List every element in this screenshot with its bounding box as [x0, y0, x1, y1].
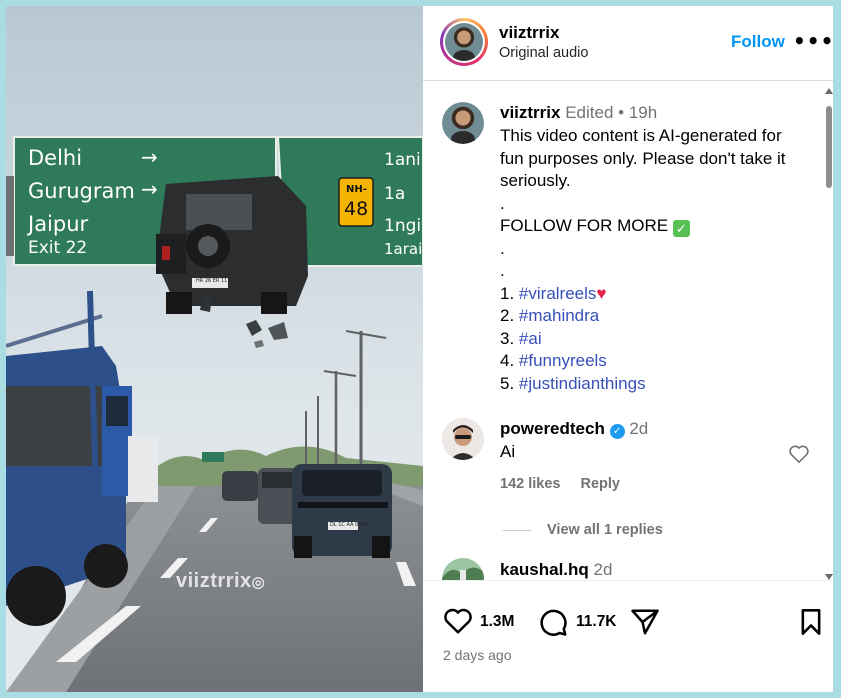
audio-link[interactable]: Original audio: [499, 45, 588, 61]
scrollbar-thumb[interactable]: [826, 106, 832, 188]
hashtag-link[interactable]: #justindianthings: [519, 374, 646, 393]
jeep-vehicle: [156, 176, 308, 314]
comments-count[interactable]: 11.7K: [576, 613, 617, 631]
caption-line: .: [500, 193, 505, 213]
view-replies-button[interactable]: View all 1 replies: [503, 522, 663, 538]
verified-badge-icon: ✓: [609, 424, 625, 439]
post-actions-footer: 1.3M 11.7K 2 days ago: [423, 580, 833, 692]
reply-button[interactable]: Reply: [581, 476, 621, 492]
caption-line: seriously.: [500, 171, 571, 190]
sign-line: 1ani: [384, 150, 421, 170]
suv-plate: DL 1C AA 0000: [330, 522, 368, 528]
app-frame: Delhi Gurugram → → Jaipur Exit 22 1ani 1…: [6, 6, 833, 692]
hashtag-item: 5. #justindianthings: [500, 373, 646, 393]
comment-like-heart-icon[interactable]: [788, 444, 810, 464]
author-avatar[interactable]: [440, 18, 488, 66]
post-panel: viiztrrix Original audio Follow ••• viiz…: [423, 6, 833, 692]
comment-header: kaushal.hq 2d: [500, 560, 612, 580]
caption-line: .: [500, 261, 505, 280]
comment-text: Ai: [500, 442, 516, 461]
commenter-avatar[interactable]: [442, 418, 484, 460]
caption-line: .: [500, 238, 505, 258]
jeep-plate: HR 26 ER 1111: [196, 278, 234, 284]
route-shield-number: 48: [344, 198, 369, 220]
landscape-avatar-icon: [442, 558, 484, 580]
sign-line: Delhi: [28, 146, 83, 170]
edited-label: Edited: [565, 103, 614, 122]
hashtag-link[interactable]: #viralreels: [519, 284, 596, 303]
instagram-logo-icon: ◎: [251, 574, 266, 591]
red-heart-emoji-icon: ♥: [596, 283, 607, 303]
caption-line: This video content is AI-generated for: [500, 126, 782, 145]
comment-actions: 142 likes Reply: [500, 476, 636, 492]
caption-text: This video content is AI-generated for f…: [500, 125, 810, 395]
post-timestamp: 2 days ago: [443, 647, 512, 663]
comment-time: 2d: [629, 419, 649, 438]
hashtag-item: 1. #viralreels♥: [500, 283, 607, 303]
comment-likes-count[interactable]: 142 likes: [500, 476, 560, 492]
commenter-face-icon: [442, 418, 484, 460]
suv-vehicle: [292, 464, 392, 558]
check-mark-emoji-icon: ✓: [672, 220, 690, 237]
comment-time: 2d: [593, 560, 613, 579]
avatar-image: [445, 23, 483, 61]
route-shield-prefix: NH-: [346, 184, 367, 195]
caption-header: viiztrrix Edited • 19h: [500, 103, 657, 123]
like-heart-icon[interactable]: [443, 607, 473, 635]
share-paper-plane-icon[interactable]: [630, 608, 660, 636]
hashtag-item: 2. #mahindra: [500, 306, 600, 325]
post-header: viiztrrix Original audio Follow •••: [423, 6, 833, 81]
sign-arrow-icon: →: [141, 145, 158, 169]
hashtag-item: 4. #funnyreels: [500, 351, 607, 370]
scroll-up-arrow-icon[interactable]: [825, 88, 833, 94]
sign-line: Jaipur: [28, 212, 89, 236]
sign-line: Gurugram: [28, 179, 135, 203]
hashtag-link[interactable]: #ai: [519, 329, 542, 348]
scrollbar[interactable]: [825, 88, 833, 580]
video-watermark: viiztrrix◎: [176, 570, 266, 592]
sign-line: 1ngi: [384, 216, 422, 236]
likes-count[interactable]: 1.3M: [480, 613, 514, 631]
sign-line: 1a: [384, 184, 406, 204]
sign-line: Exit 22: [28, 238, 88, 258]
comment-clip: kaushal.hq 2d: [423, 546, 823, 580]
caption-username[interactable]: viiztrrix: [500, 103, 560, 122]
comment-username[interactable]: kaushal.hq: [500, 560, 589, 579]
hashtag-item: 3. #ai: [500, 328, 542, 348]
more-options-icon[interactable]: •••: [793, 29, 833, 53]
replies-divider: [503, 529, 531, 531]
caption-line-follow: FOLLOW FOR MORE ✓: [500, 215, 810, 238]
comment-username[interactable]: poweredtech: [500, 419, 605, 438]
comment-bubble-icon[interactable]: [538, 607, 568, 637]
caption-author-avatar[interactable]: [442, 102, 484, 144]
hashtag-link[interactable]: #mahindra: [519, 306, 599, 325]
save-bookmark-icon[interactable]: [799, 608, 823, 636]
caption-line: fun purposes only. Please don't take it: [500, 148, 786, 168]
follow-button[interactable]: Follow: [731, 32, 785, 52]
hashtag-link[interactable]: #funnyreels: [519, 351, 607, 370]
sign-line: 1arai: [384, 240, 423, 258]
author-username[interactable]: viiztrrix: [499, 23, 559, 43]
reel-video[interactable]: Delhi Gurugram → → Jaipur Exit 22 1ani 1…: [6, 6, 423, 692]
comment-header: poweredtech ✓ 2d: [500, 419, 648, 439]
commenter-avatar[interactable]: [442, 558, 484, 580]
meta-separator: •: [618, 103, 625, 122]
caption-time: 19h: [628, 103, 658, 122]
sign-arrow-icon: →: [141, 177, 158, 201]
